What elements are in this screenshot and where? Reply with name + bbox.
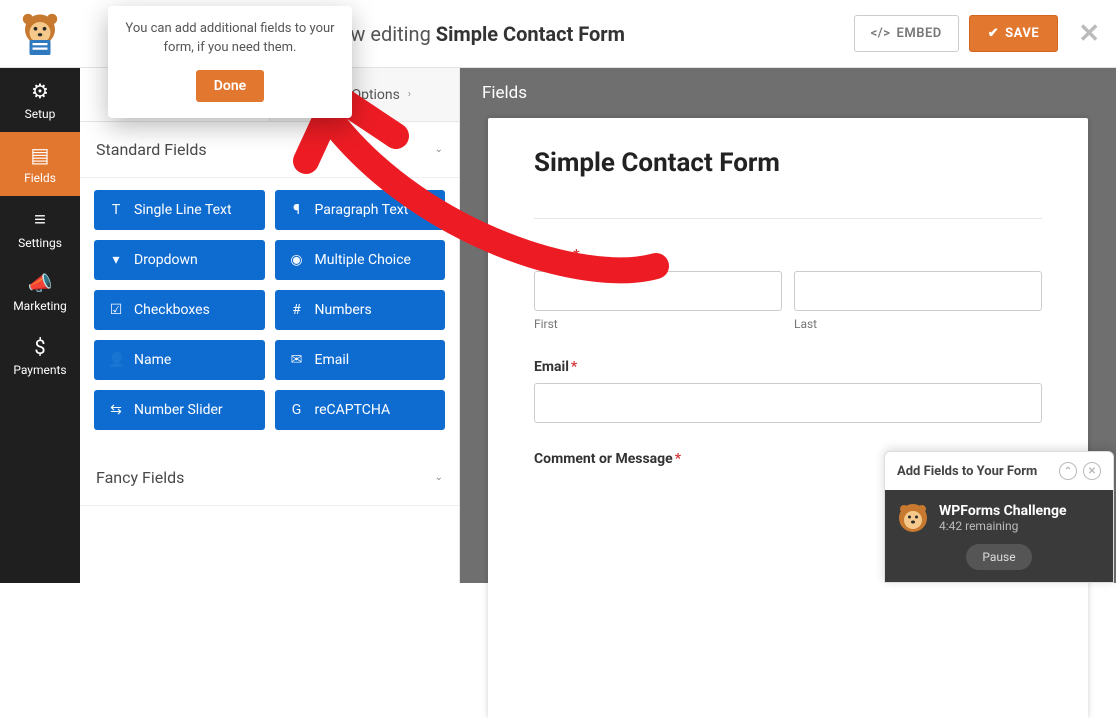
- sidebar-item-label: Fields: [24, 171, 56, 185]
- group-standard-fields[interactable]: Standard Fields ⌄: [80, 122, 459, 178]
- save-button-label: SAVE: [1005, 26, 1039, 41]
- first-name-input[interactable]: [534, 271, 782, 311]
- field-label: Multiple Choice: [315, 252, 411, 268]
- email-input[interactable]: [534, 383, 1042, 423]
- popover-done-button[interactable]: Done: [196, 70, 264, 102]
- field-number-slider[interactable]: ⇆ Number Slider: [94, 390, 265, 430]
- chevron-down-icon: ⌄: [435, 472, 443, 483]
- divider: [534, 218, 1042, 219]
- fields-icon: ▤: [31, 143, 50, 167]
- embed-button[interactable]: </> EMBED: [854, 15, 959, 52]
- sidebar-item-label: Settings: [18, 236, 62, 250]
- last-sublabel: Last: [794, 317, 1042, 331]
- required-marker: *: [675, 451, 681, 467]
- field-name[interactable]: 👤 Name: [94, 340, 265, 380]
- user-icon: 👤: [108, 352, 124, 368]
- sidebar-item-fields[interactable]: ▤ Fields: [0, 132, 80, 196]
- field-label: Paragraph Text: [315, 202, 409, 218]
- main-sidebar: ⚙ Setup ▤ Fields ≡ Settings 📣 Marketing …: [0, 68, 80, 583]
- field-label: Number Slider: [134, 402, 223, 418]
- field-label: reCAPTCHA: [315, 402, 391, 418]
- required-marker: *: [573, 247, 579, 263]
- preview-field-email[interactable]: Email*: [534, 359, 1042, 423]
- slider-icon: ⇆: [108, 402, 124, 418]
- sidebar-item-label: Marketing: [13, 299, 67, 313]
- popover-text: You can add additional fields to your fo…: [124, 20, 336, 58]
- field-multiple-choice[interactable]: ◉ Multiple Choice: [275, 240, 446, 280]
- title-form-name: Simple Contact Form: [436, 22, 625, 46]
- field-single-line-text[interactable]: T Single Line Text: [94, 190, 265, 230]
- close-icon[interactable]: ✕: [1078, 19, 1100, 49]
- challenge-header-text: Add Fields to Your Form: [897, 464, 1037, 479]
- field-label: Name*: [534, 247, 1042, 263]
- save-button[interactable]: ✔ SAVE: [969, 15, 1058, 52]
- dropdown-icon: ▾: [108, 252, 124, 268]
- field-label: Dropdown: [134, 252, 198, 268]
- embed-button-label: EMBED: [896, 26, 941, 41]
- field-recaptcha[interactable]: GreCAPTCHA: [275, 390, 446, 430]
- fields-panel: Standard Fields ⌄ T Single Line Text ¶ Par…: [80, 122, 460, 583]
- form-title[interactable]: Simple Contact Form: [534, 148, 1042, 178]
- group-label: Standard Fields: [96, 140, 207, 159]
- field-label: Email: [315, 352, 350, 368]
- sidebar-item-payments[interactable]: $ Payments: [0, 324, 80, 388]
- chevron-right-icon: ›: [408, 89, 411, 100]
- field-numbers[interactable]: # Numbers: [275, 290, 446, 330]
- paragraph-icon: ¶: [289, 202, 305, 218]
- field-label: Email*: [534, 359, 1042, 375]
- megaphone-icon: 📣: [28, 271, 53, 295]
- preview-pane-title: Fields: [460, 68, 1116, 118]
- field-label: Single Line Text: [134, 202, 232, 218]
- onboarding-popover: You can add additional fields to your fo…: [108, 6, 352, 118]
- sidebar-item-settings[interactable]: ≡ Settings: [0, 196, 80, 260]
- field-email[interactable]: ✉ Email: [275, 340, 446, 380]
- last-name-input[interactable]: [794, 271, 1042, 311]
- checkbox-icon: ☑: [108, 302, 124, 318]
- field-dropdown[interactable]: ▾ Dropdown: [94, 240, 265, 280]
- field-label: Name: [134, 352, 171, 368]
- sidebar-item-label: Setup: [25, 107, 56, 121]
- first-sublabel: First: [534, 317, 782, 331]
- gear-icon: ⚙: [31, 79, 49, 103]
- challenge-widget: Add Fields to Your Form ⌃ ✕ WPForms Chal…: [884, 451, 1114, 583]
- field-label: Checkboxes: [134, 302, 210, 318]
- preview-field-name[interactable]: Name* First Last: [534, 247, 1042, 331]
- sidebar-item-setup[interactable]: ⚙ Setup: [0, 68, 80, 132]
- close-icon[interactable]: ✕: [1083, 462, 1101, 480]
- text-icon: T: [108, 202, 124, 218]
- sliders-icon: ≡: [34, 207, 46, 232]
- app-logo-corner: [0, 0, 80, 68]
- group-label: Fancy Fields: [96, 468, 184, 487]
- chevron-down-icon: ⌄: [435, 144, 443, 155]
- group-fancy-fields[interactable]: Fancy Fields ⌄: [80, 450, 459, 506]
- dollar-icon: $: [34, 335, 45, 359]
- challenge-time-remaining: 4:42 remaining: [939, 519, 1067, 533]
- required-marker: *: [571, 359, 577, 375]
- wpforms-bear-icon: [897, 502, 929, 534]
- field-label: Numbers: [315, 302, 372, 318]
- sidebar-item-label: Payments: [13, 363, 66, 377]
- collapse-icon[interactable]: ⌃: [1059, 462, 1077, 480]
- hash-icon: #: [289, 302, 305, 318]
- envelope-icon: ✉: [289, 352, 305, 368]
- check-icon: ✔: [988, 26, 999, 41]
- standard-fields-grid: T Single Line Text ¶ Paragraph Text ▾ Dropd…: [80, 178, 459, 450]
- field-checkboxes[interactable]: ☑ Checkboxes: [94, 290, 265, 330]
- code-icon: </>: [871, 26, 891, 41]
- form-preview-canvas[interactable]: Simple Contact Form Name* First Last Ema…: [488, 118, 1088, 718]
- challenge-title: WPForms Challenge: [939, 503, 1067, 519]
- sidebar-item-marketing[interactable]: 📣 Marketing: [0, 260, 80, 324]
- google-icon: G: [289, 402, 305, 418]
- challenge-pause-button[interactable]: Pause: [966, 544, 1031, 570]
- field-paragraph-text[interactable]: ¶ Paragraph Text: [275, 190, 446, 230]
- radio-icon: ◉: [289, 252, 305, 268]
- wpforms-bear-logo: [16, 10, 64, 58]
- challenge-header: Add Fields to Your Form ⌃ ✕: [885, 452, 1113, 490]
